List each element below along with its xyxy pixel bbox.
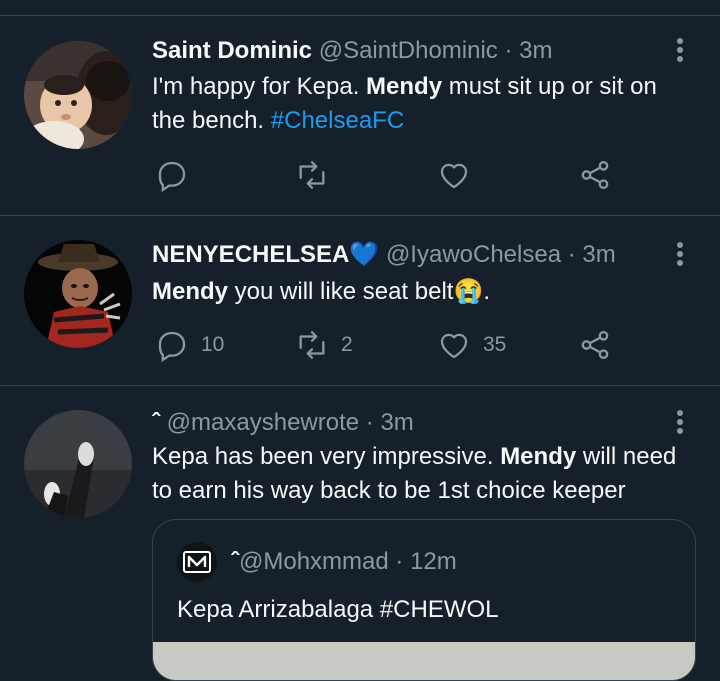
tweet-divider [0, 385, 720, 386]
share-icon [581, 330, 609, 360]
avatar-photo [24, 240, 132, 348]
heart-icon [440, 333, 468, 359]
tweet-header: ˆ @maxayshewrote · 3m [152, 408, 414, 438]
display-name[interactable]: Saint Dominic [152, 37, 312, 64]
crying-emoji: 😭 [453, 278, 484, 305]
timestamp[interactable]: 3m [380, 409, 413, 436]
reply-button[interactable]: 10 [155, 325, 224, 365]
share-button[interactable] [578, 155, 612, 195]
retweet-icon [299, 161, 325, 189]
like-count: 35 [483, 333, 507, 356]
avatar[interactable] [24, 41, 132, 149]
top-divider [0, 15, 720, 16]
text-segment: Kepa has been very impressive. [152, 443, 501, 470]
timestamp[interactable]: 3m [582, 241, 615, 268]
avatar[interactable] [24, 240, 132, 348]
reply-icon [158, 331, 186, 362]
reply-button[interactable] [155, 155, 201, 195]
tweet-actions [150, 155, 630, 195]
heart-icon [440, 163, 468, 189]
M-logo-icon [183, 551, 211, 573]
avatar[interactable] [24, 410, 132, 518]
quoted-handle[interactable]: @Mohxmmad [239, 548, 389, 575]
separator: · [567, 241, 576, 268]
handle[interactable]: @SaintDhominic [319, 37, 498, 64]
share-icon [581, 160, 609, 190]
more-options-icon[interactable] [672, 36, 688, 66]
quoted-display-name[interactable]: ˆ [231, 548, 239, 575]
separator: · [504, 37, 513, 64]
display-name[interactable]: NENYECHELSEA💙 [152, 241, 379, 268]
more-options-icon[interactable] [672, 408, 688, 438]
blue-heart-emoji: 💙 [349, 241, 380, 268]
text-segment: . [483, 278, 491, 305]
bold-text: Mendy [152, 278, 229, 305]
bold-text: Mendy [500, 443, 577, 470]
retweet-button[interactable]: 2 [295, 325, 353, 365]
share-button[interactable] [578, 325, 612, 365]
like-button[interactable]: 35 [437, 325, 506, 365]
quoted-text: Kepa Arrizabalaga #CHEWOL [177, 596, 499, 623]
tweet-text: Kepa has been very impressive. Mendy wil… [152, 440, 692, 508]
quoted-timestamp[interactable]: 12m [410, 548, 457, 575]
quoted-media[interactable] [153, 642, 695, 680]
separator: · [395, 548, 404, 575]
tweet-divider [0, 215, 720, 216]
more-options-icon[interactable] [672, 240, 688, 270]
like-button[interactable] [437, 155, 483, 195]
retweet-button[interactable] [295, 155, 341, 195]
timestamp[interactable]: 3m [519, 37, 552, 64]
handle[interactable]: @maxayshewrote [167, 409, 359, 436]
text-segment: I'm happy for Kepa. [152, 73, 367, 100]
retweet-count: 2 [341, 333, 353, 356]
bold-text: Mendy [366, 73, 443, 100]
reply-count: 10 [201, 333, 225, 356]
tweet-actions: 10 2 35 [150, 325, 630, 365]
tweet-text: Mendy you will like seat belt😭. [152, 275, 692, 309]
hashtag-link[interactable]: #ChelseaFC [271, 107, 404, 134]
display-name[interactable]: ˆ [152, 409, 160, 436]
separator: · [365, 409, 374, 436]
tweet-header: NENYECHELSEA💙 @IyawoChelsea · 3m [152, 240, 616, 270]
quoted-header: ˆ@Mohxmmad · 12m [231, 548, 457, 576]
reply-icon [158, 161, 186, 192]
quoted-tweet[interactable]: ˆ@Mohxmmad · 12m Kepa Arrizabalaga #CHEW… [152, 519, 696, 681]
avatar-photo [24, 41, 132, 149]
text-segment: you will like seat belt [228, 278, 454, 305]
tweet-text: I'm happy for Kepa. Mendy must sit up or… [152, 70, 692, 138]
display-name-text: NENYECHELSEA [152, 241, 350, 268]
handle[interactable]: @IyawoChelsea [386, 241, 561, 268]
avatar-photo [24, 410, 132, 518]
tweet-header: Saint Dominic @SaintDhominic · 3m [152, 36, 553, 66]
quoted-avatar[interactable] [177, 542, 217, 582]
retweet-icon [299, 331, 325, 359]
